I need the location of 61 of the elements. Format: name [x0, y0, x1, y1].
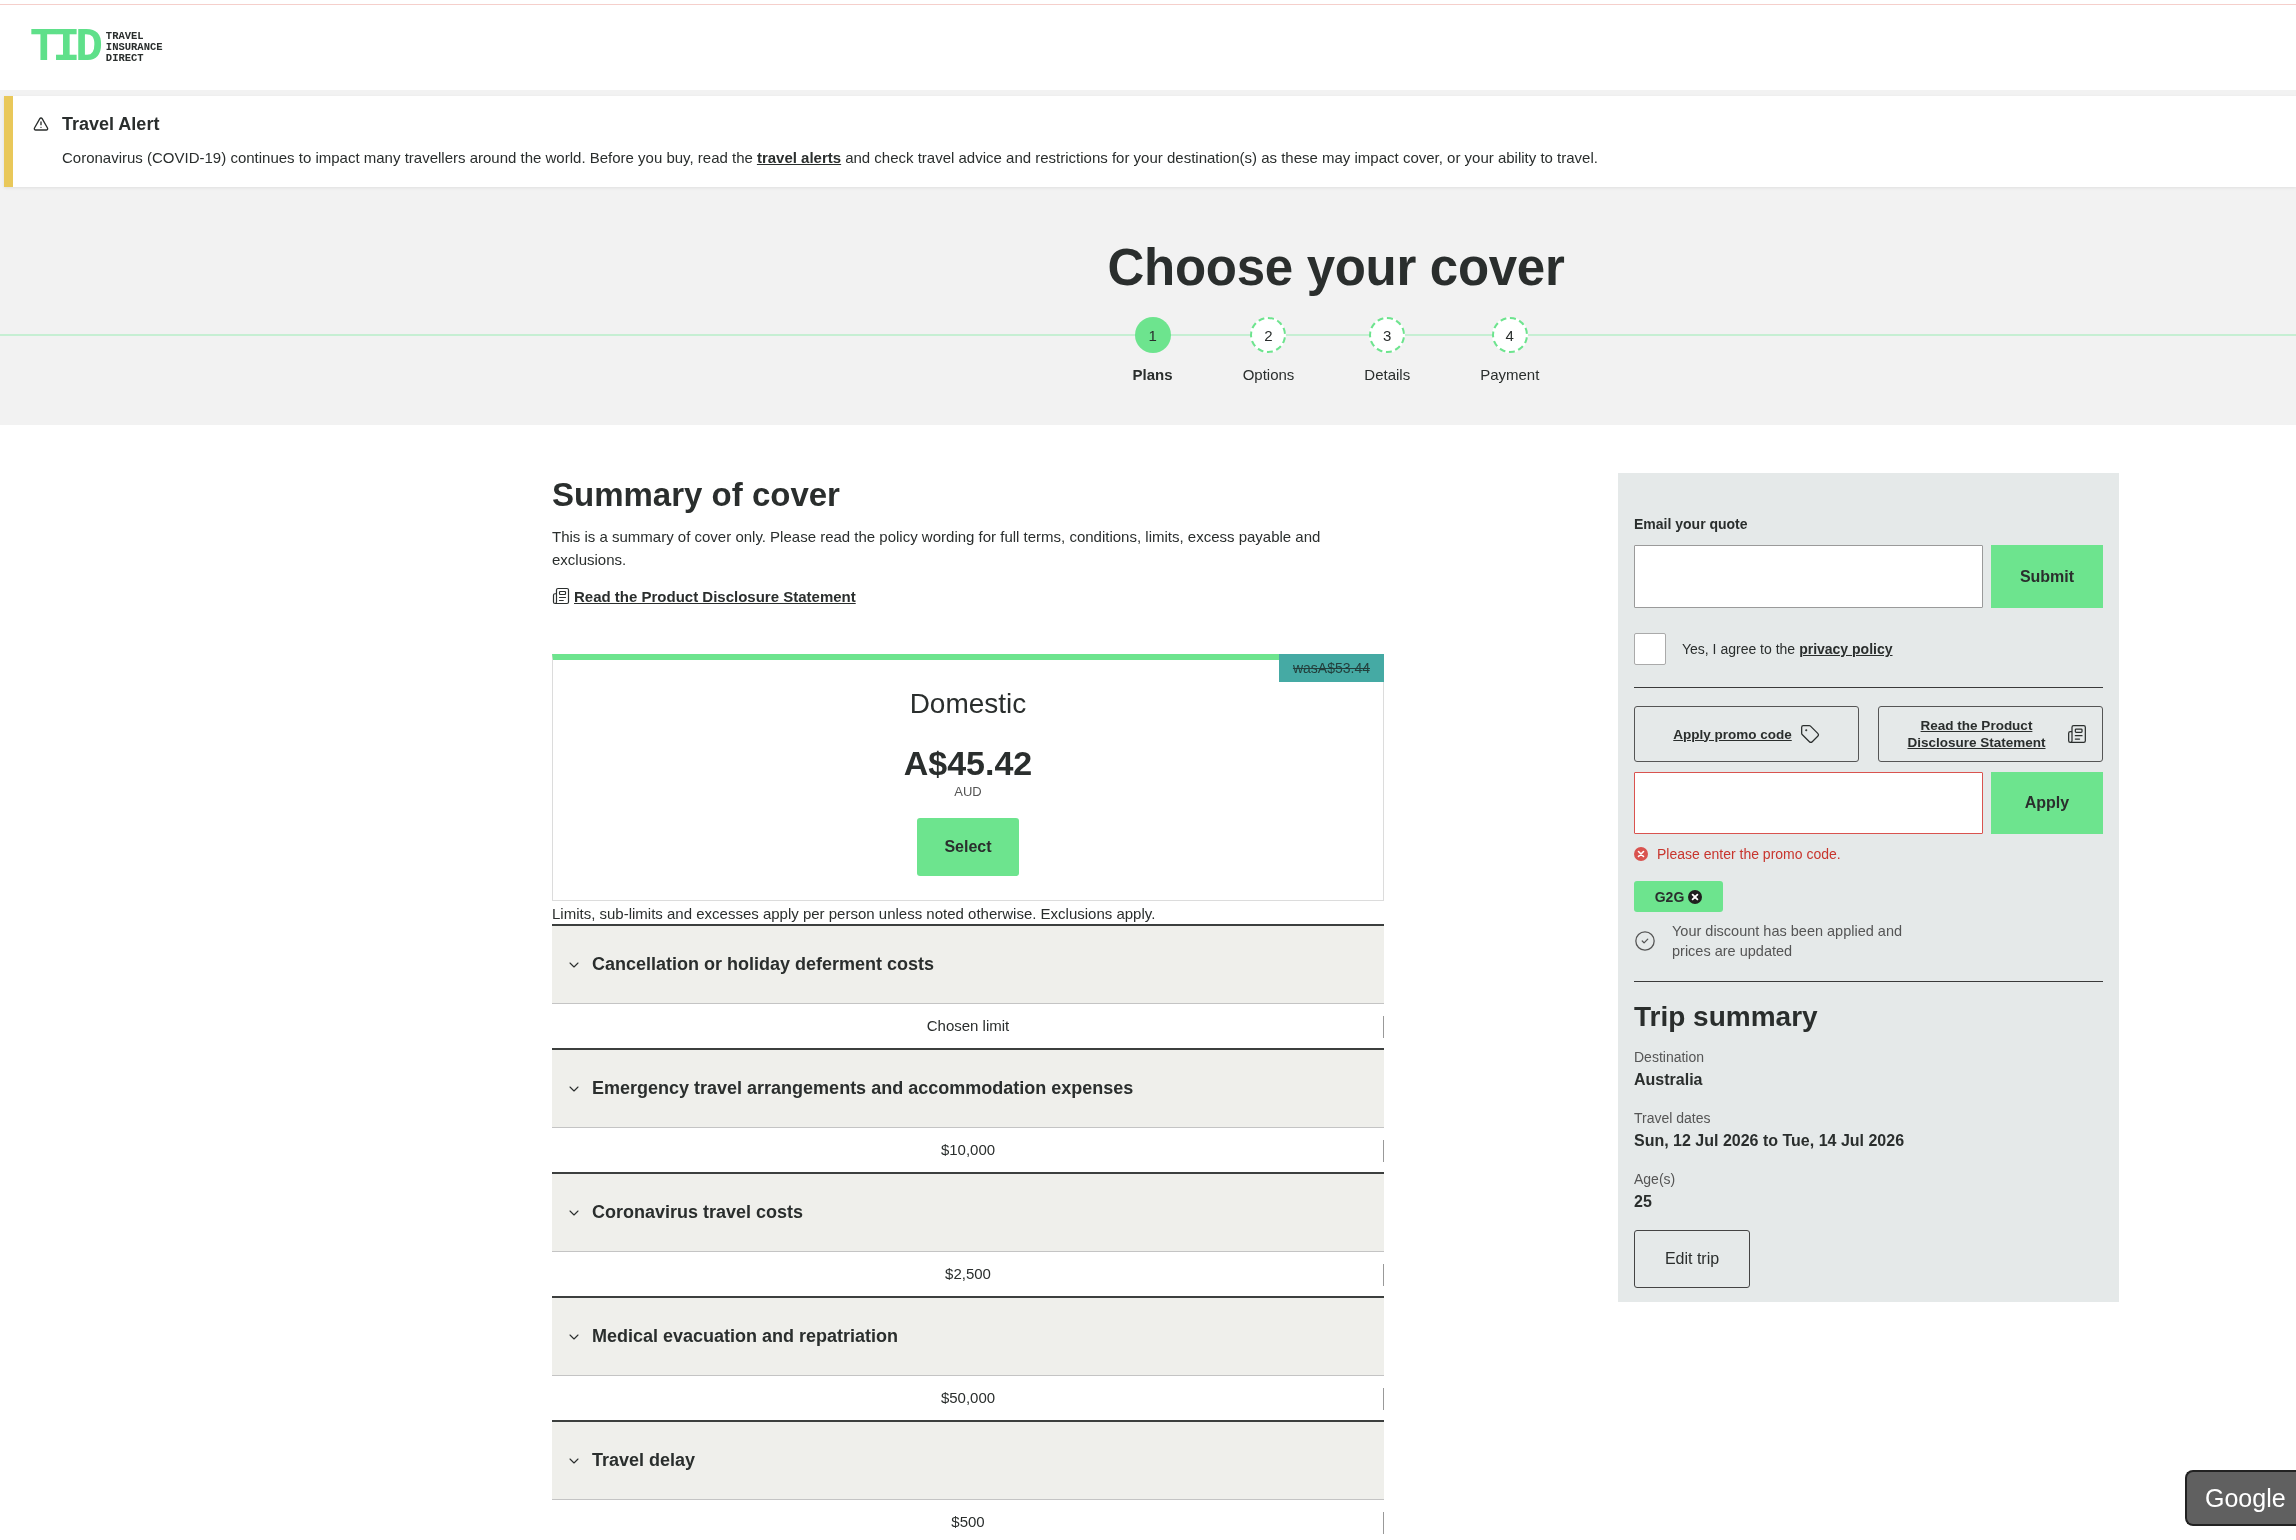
check-circle-icon — [1634, 930, 1656, 952]
trip-summary-title: Trip summary — [1634, 1000, 1819, 1034]
section-title: Summary of cover — [552, 475, 841, 515]
step-circle: 2 — [1250, 317, 1287, 353]
trip-field-value: Australia — [1634, 1070, 1703, 1090]
step-label: Details — [1364, 366, 1411, 384]
limits-note: Limits, sub-limits and excesses apply per person unless noted otherwise. Exclusions apply. — [552, 904, 1157, 924]
accordion-header[interactable]: Cancellation or holiday deferment costs — [552, 926, 1384, 1003]
step-circle: 4 — [1491, 317, 1528, 353]
trip-field-value: 25 — [1634, 1192, 1652, 1212]
plan-name: Domestic — [909, 687, 1027, 721]
tag-icon — [1799, 724, 1820, 744]
old-price-badge: wasA$53.44 — [1278, 654, 1384, 682]
email-input[interactable] — [1634, 545, 1983, 608]
page-title: Choose your cover — [1107, 238, 1565, 298]
travel-alerts-link[interactable]: travel alerts — [756, 149, 842, 166]
select-button[interactable]: Select — [917, 818, 1019, 876]
accordion-header[interactable]: Coronavirus travel costs — [552, 1174, 1384, 1251]
logo-tagline: TRAVEL INSURANCE DIRECT — [105, 31, 163, 64]
limit-value: $500 — [951, 1512, 985, 1532]
submit-button[interactable]: Submit — [1991, 545, 2103, 608]
error-icon — [1634, 847, 1648, 861]
pds-button[interactable]: Read the Product Disclosure Statement — [1878, 706, 2103, 762]
limit-value: $10,000 — [940, 1140, 996, 1160]
error-message: Please enter the promo code. — [1657, 845, 1841, 863]
promo-code-input[interactable] — [1634, 772, 1983, 834]
document-icon — [552, 587, 570, 605]
remove-icon[interactable] — [1688, 889, 1703, 904]
limit-value: Chosen limit — [926, 1016, 1010, 1036]
accordion-header[interactable]: Medical evacuation and repatriation — [552, 1298, 1384, 1375]
privacy-policy-link[interactable]: privacy policy — [1799, 641, 1893, 657]
plan-price: A$45.42 — [903, 743, 1033, 783]
trip-field-label: Destination — [1634, 1048, 1705, 1066]
floating-button[interactable]: Google — [2185, 1470, 2296, 1526]
step-label: Plans — [1132, 366, 1173, 384]
alert-message: Coronavirus (COVID-19) continues to impact many travellers around the world. Before you buy, read the travel alerts and check travel advice and restrictions for your destination(s) as these may impact cover, or your ability to travel. — [62, 148, 1599, 168]
edit-trip-button[interactable]: Edit trip — [1634, 1230, 1750, 1288]
email-label: Email your quote — [1634, 515, 1749, 533]
step-circle: 1 — [1134, 317, 1171, 353]
document-icon — [2067, 724, 2087, 744]
currency-label: AUD — [954, 784, 982, 800]
trip-field-value: Sun, 12 Jul 2026 to Tue, 14 Jul 2026 — [1634, 1131, 1905, 1151]
promo-code-chip[interactable]: G2G — [1634, 881, 1723, 912]
accordion-header[interactable]: Emergency travel arrangements and accommodation expenses — [552, 1050, 1384, 1127]
apply-button[interactable]: Apply — [1991, 772, 2103, 834]
limit-value: $50,000 — [940, 1388, 996, 1408]
step-label: Payment — [1480, 366, 1540, 384]
apply-promo-button[interactable]: Apply promo code — [1634, 706, 1859, 762]
alert-title: Travel Alert — [62, 113, 160, 135]
discount-message: Your discount has been applied and prices are updated — [1672, 922, 1904, 961]
accordion-header[interactable]: Travel delay — [552, 1422, 1384, 1499]
limit-value: $2,500 — [945, 1264, 991, 1284]
pds-link[interactable]: Read the Product Disclosure Statement — [574, 587, 856, 605]
step-circle: 3 — [1369, 317, 1406, 353]
warning-icon — [33, 116, 49, 132]
summary-text: This is a summary of cover only. Please read the policy wording for full terms, conditions, limits, excess payable and exclusions. — [552, 527, 1322, 570]
trip-field-label: Travel dates — [1634, 1109, 1711, 1127]
checkbox[interactable] — [1634, 633, 1666, 665]
trip-field-label: Age(s) — [1634, 1170, 1676, 1188]
step-label: Options — [1242, 366, 1295, 384]
privacy-consent-text: Yes, I agree to the privacy policy — [1682, 640, 1893, 658]
